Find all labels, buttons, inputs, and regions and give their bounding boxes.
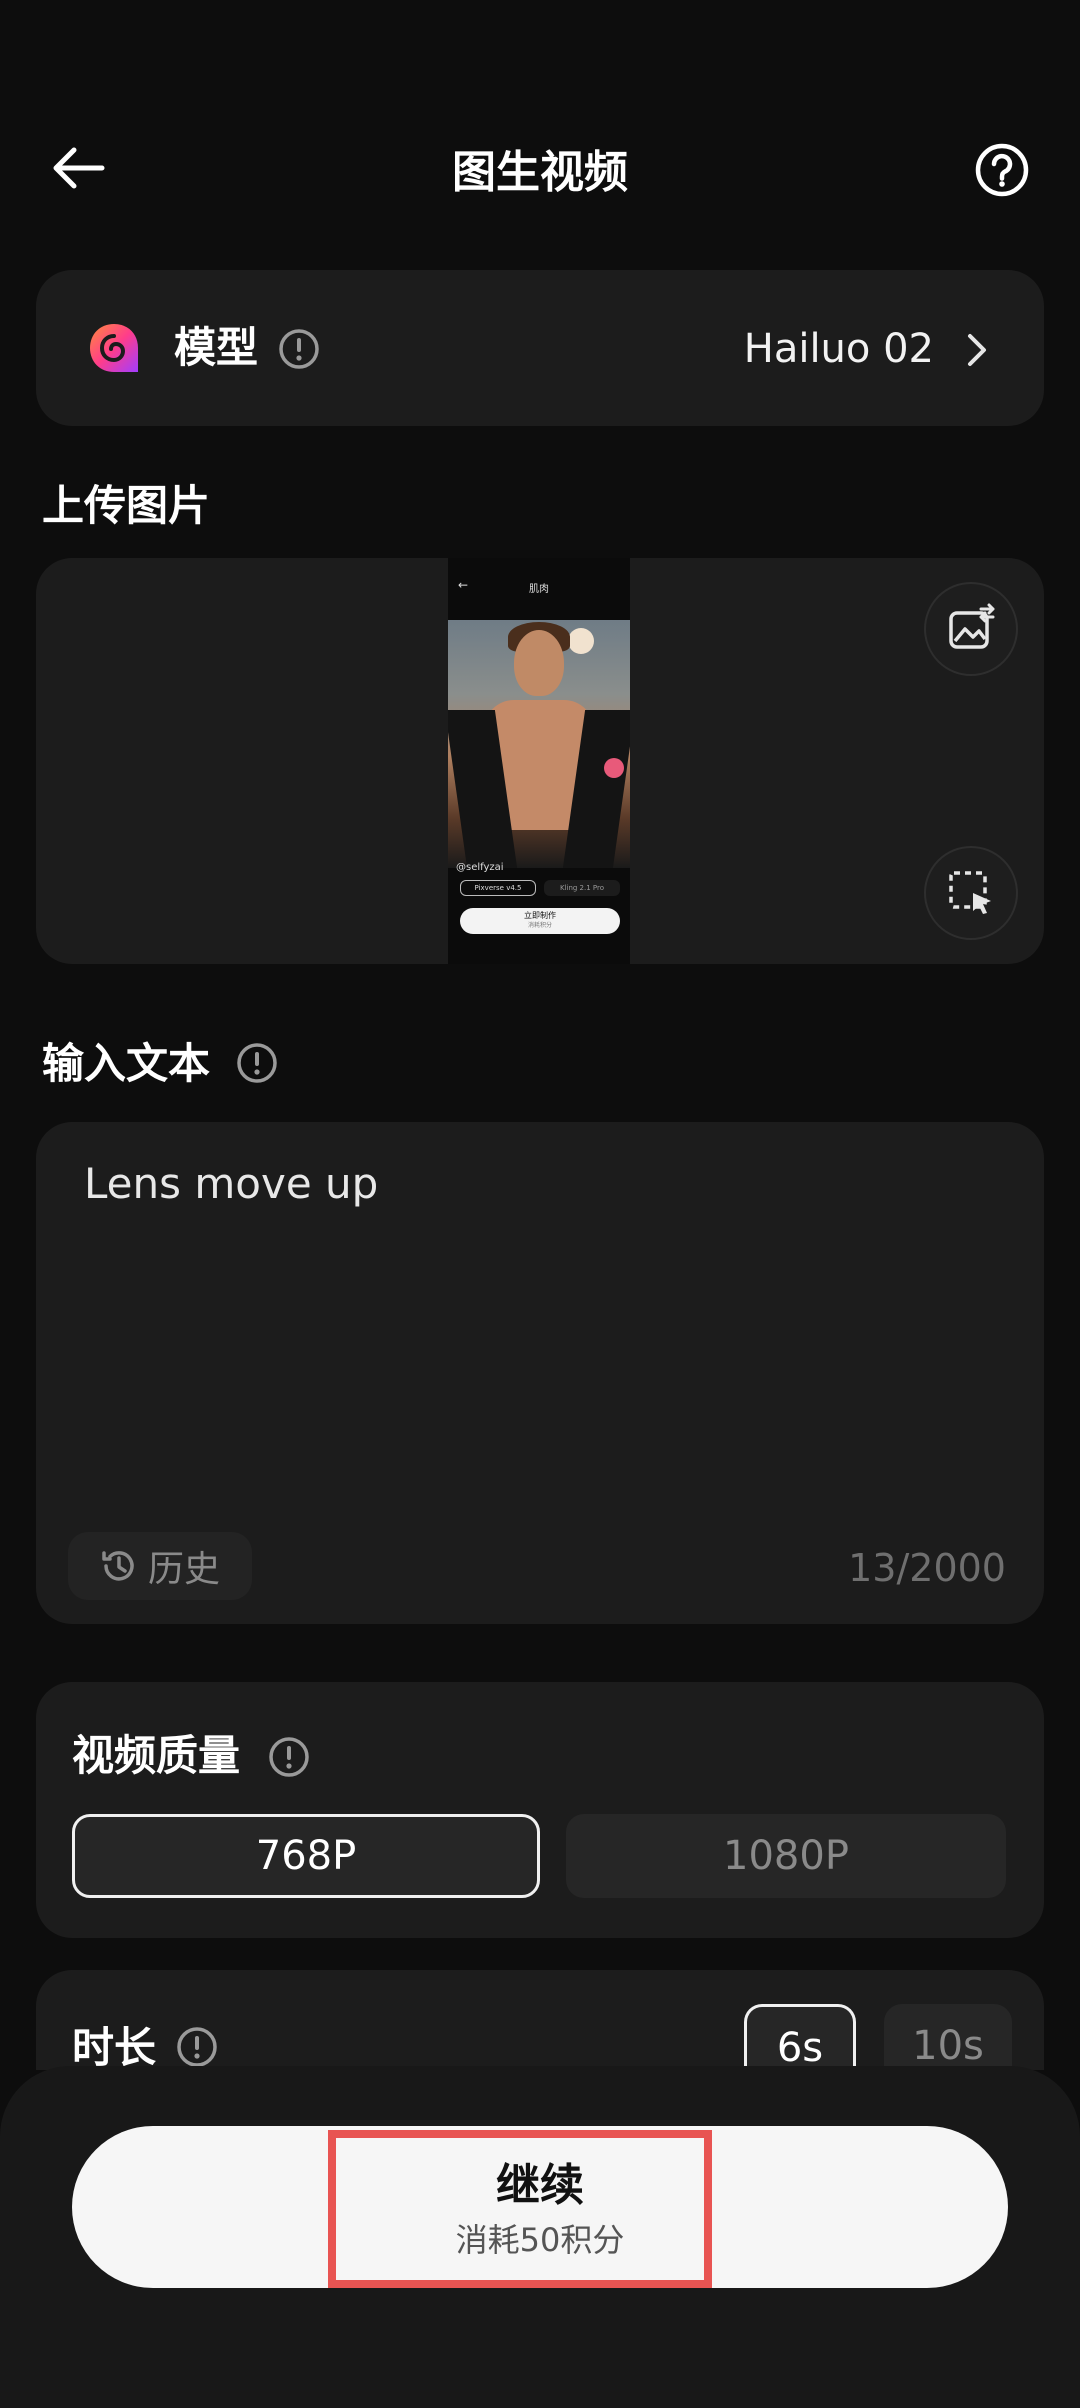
replace-image-button[interactable] — [924, 582, 1018, 676]
char-count: 13/2000 — [848, 1546, 1006, 1590]
select-area-icon — [949, 871, 991, 914]
upload-label: 上传图片 — [42, 481, 211, 530]
quality-section — [36, 1682, 1044, 1938]
quality-option-768p[interactable]: 768P — [72, 1814, 540, 1898]
info-circle-icon[interactable] — [278, 328, 320, 370]
history-button[interactable]: 历史 — [68, 1532, 252, 1600]
chevron-right-icon — [960, 330, 994, 370]
model-value: Hailuo 02 — [743, 326, 934, 372]
history-icon — [102, 1551, 134, 1581]
model-label: 模型 — [174, 323, 259, 372]
question-circle-icon — [975, 143, 1029, 197]
info-circle-icon[interactable] — [176, 2026, 218, 2068]
text-input-label: 输入文本 — [42, 1039, 211, 1088]
history-label: 历史 — [147, 1549, 220, 1590]
select-area-button[interactable] — [924, 846, 1018, 940]
replace-image-icon — [949, 603, 995, 649]
info-circle-icon[interactable] — [236, 1042, 278, 1084]
uploaded-image: ← 肌肉 @selfyzai Pixverse v4.5 Kling 2.1 P… — [448, 558, 630, 964]
page-title: 图生视频 — [452, 147, 628, 198]
quality-label: 视频质量 — [72, 1731, 241, 1780]
prompt-textarea[interactable]: Lens move up — [84, 1154, 984, 1214]
info-circle-icon[interactable] — [268, 1736, 310, 1778]
highlight-annotation-box — [328, 2130, 712, 2288]
hailuo-logo-icon — [86, 320, 142, 376]
help-button[interactable] — [970, 138, 1034, 202]
quality-option-1080p[interactable]: 1080P — [566, 1814, 1006, 1898]
